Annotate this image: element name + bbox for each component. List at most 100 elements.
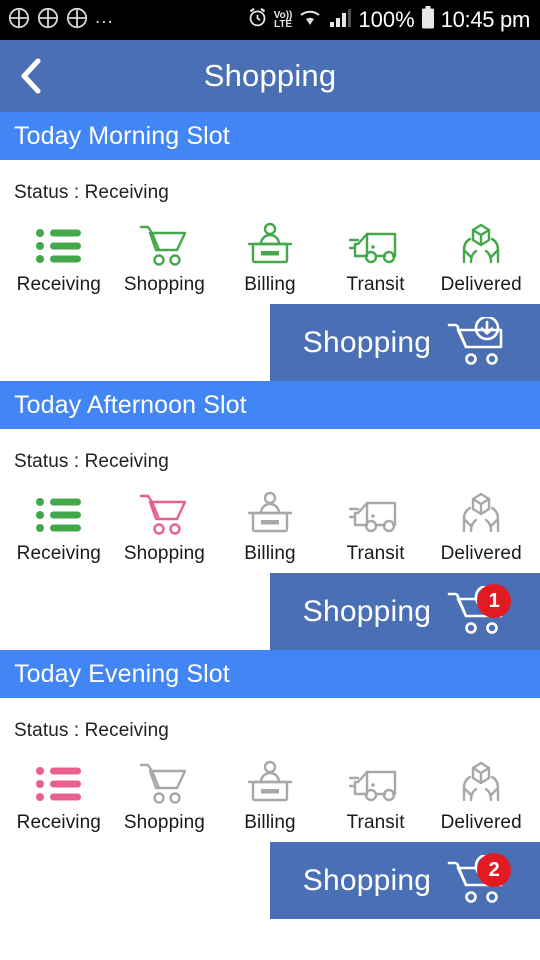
- hands-package-icon: [462, 761, 500, 802]
- step-delivered[interactable]: Delivered: [428, 220, 534, 296]
- cart-icon: [140, 763, 187, 804]
- step-billing[interactable]: Billing: [217, 220, 323, 296]
- step-label: Transit: [346, 274, 405, 295]
- app-notification-icon: [37, 7, 59, 34]
- billing-counter-icon: [245, 220, 295, 268]
- slot-title: Today Evening Slot: [14, 659, 230, 688]
- slot-list: Today Morning Slot Status : Receiving Rece…: [0, 112, 540, 919]
- step-receiving[interactable]: Receiving: [6, 220, 112, 296]
- step-shopping[interactable]: Shopping: [112, 758, 218, 834]
- back-button[interactable]: [0, 40, 62, 112]
- slot-section: Today Morning Slot Status : Receiving Rece…: [0, 112, 540, 381]
- shopping-action-button[interactable]: Shopping 1: [270, 573, 540, 650]
- step-billing[interactable]: Billing: [217, 758, 323, 834]
- step-billing[interactable]: Billing: [217, 489, 323, 565]
- step-label: Transit: [346, 543, 405, 564]
- step-label: Delivered: [440, 812, 522, 833]
- chevron-left-icon: [21, 58, 41, 94]
- alarm-icon: [247, 7, 268, 33]
- step-label: Billing: [244, 812, 296, 833]
- step-shopping[interactable]: Shopping: [112, 489, 218, 565]
- cart-icon: [139, 220, 189, 268]
- volte-icon: Vo)) LTE: [273, 9, 293, 30]
- cart-icon: [140, 225, 187, 266]
- step-label: Receiving: [16, 543, 101, 564]
- hands-package-icon: [462, 223, 500, 264]
- slot-header: Today Morning Slot: [0, 112, 540, 160]
- step-delivered[interactable]: Delivered: [428, 489, 534, 565]
- step-label: Receiving: [16, 274, 101, 295]
- list-icon: [33, 489, 85, 537]
- wifi-icon: [298, 8, 322, 33]
- slot-status-text: Status : Receiving: [14, 182, 169, 203]
- step-label: Transit: [346, 812, 405, 833]
- list-icon: [33, 758, 85, 806]
- billing-counter-icon: [245, 758, 295, 806]
- step-shopping[interactable]: Shopping: [112, 220, 218, 296]
- slot-title: Today Afternoon Slot: [14, 390, 247, 419]
- step-label: Receiving: [16, 812, 101, 833]
- slot-header: Today Afternoon Slot: [0, 381, 540, 429]
- slot-header: Today Evening Slot: [0, 650, 540, 698]
- app-bar: Shopping: [0, 40, 540, 112]
- truck-icon: [348, 232, 396, 264]
- shopping-action-label: Shopping: [302, 594, 432, 628]
- slot-status-text: Status : Receiving: [14, 451, 169, 472]
- page-title: Shopping: [203, 58, 337, 93]
- shopping-action-label: Shopping: [302, 325, 432, 359]
- step-delivered[interactable]: Delivered: [428, 758, 534, 834]
- list-icon: [35, 767, 81, 801]
- shopping-action-label: Shopping: [302, 863, 432, 897]
- step-label: Billing: [244, 274, 296, 295]
- step-transit[interactable]: Transit: [323, 489, 429, 565]
- list-icon: [33, 220, 85, 268]
- slot-body: Status : Receiving Receiving Shopping Billi…: [0, 429, 540, 650]
- step-label: Shopping: [123, 812, 205, 833]
- shopping-action-button[interactable]: Shopping: [270, 304, 540, 381]
- truck-icon: [348, 220, 403, 268]
- billing-counter-icon: [247, 491, 293, 533]
- cart-icon: [139, 489, 189, 537]
- slot-body: Status : Receiving Receiving Shopping Billi…: [0, 698, 540, 919]
- cart-download-icon: 1: [447, 583, 512, 638]
- cart-icon: [140, 494, 187, 535]
- step-label: Shopping: [123, 543, 205, 564]
- step-receiving[interactable]: Receiving: [6, 758, 112, 834]
- truck-icon: [348, 770, 396, 802]
- cart-icon: [139, 758, 189, 806]
- hands-package-icon: [456, 489, 506, 537]
- action-row: Shopping 1: [0, 573, 540, 650]
- battery-icon: [421, 5, 435, 35]
- hands-package-icon: [462, 492, 500, 533]
- billing-counter-icon: [247, 222, 293, 264]
- slot-body: Status : Receiving Receiving Shopping Billi…: [0, 160, 540, 381]
- app-notification-icon: [66, 7, 88, 34]
- action-row: Shopping 2: [0, 842, 540, 919]
- slot-section: Today Evening Slot Status : Receiving Rece…: [0, 650, 540, 919]
- truck-icon: [348, 501, 396, 533]
- signal-icon: [328, 8, 352, 33]
- status-bar-indicators: Vo)) LTE 100% 10:45 pm: [247, 5, 530, 35]
- billing-counter-icon: [245, 489, 295, 537]
- slot-section: Today Afternoon Slot Status : Receiving Re…: [0, 381, 540, 650]
- list-icon: [35, 229, 81, 263]
- step-label: Delivered: [440, 274, 522, 295]
- progress-steps: Receiving Shopping Billing Transit Delivered: [0, 204, 540, 296]
- step-label: Shopping: [123, 274, 205, 295]
- hands-package-icon: [456, 220, 506, 268]
- notification-overflow-dots: ...: [95, 6, 114, 28]
- shopping-action-button[interactable]: Shopping 2: [270, 842, 540, 919]
- truck-icon: [348, 758, 403, 806]
- step-label: Delivered: [440, 543, 522, 564]
- step-transit[interactable]: Transit: [323, 220, 429, 296]
- progress-steps: Receiving Shopping Billing Transit Delivered: [0, 473, 540, 565]
- slot-title: Today Morning Slot: [14, 121, 230, 150]
- list-icon: [35, 498, 81, 532]
- slot-status-text: Status : Receiving: [14, 720, 169, 741]
- progress-steps: Receiving Shopping Billing Transit Delivered: [0, 742, 540, 834]
- app-notification-icon: [8, 7, 30, 34]
- step-receiving[interactable]: Receiving: [6, 489, 112, 565]
- cart-badge: 1: [477, 583, 512, 618]
- step-transit[interactable]: Transit: [323, 758, 429, 834]
- hands-package-icon: [456, 758, 506, 806]
